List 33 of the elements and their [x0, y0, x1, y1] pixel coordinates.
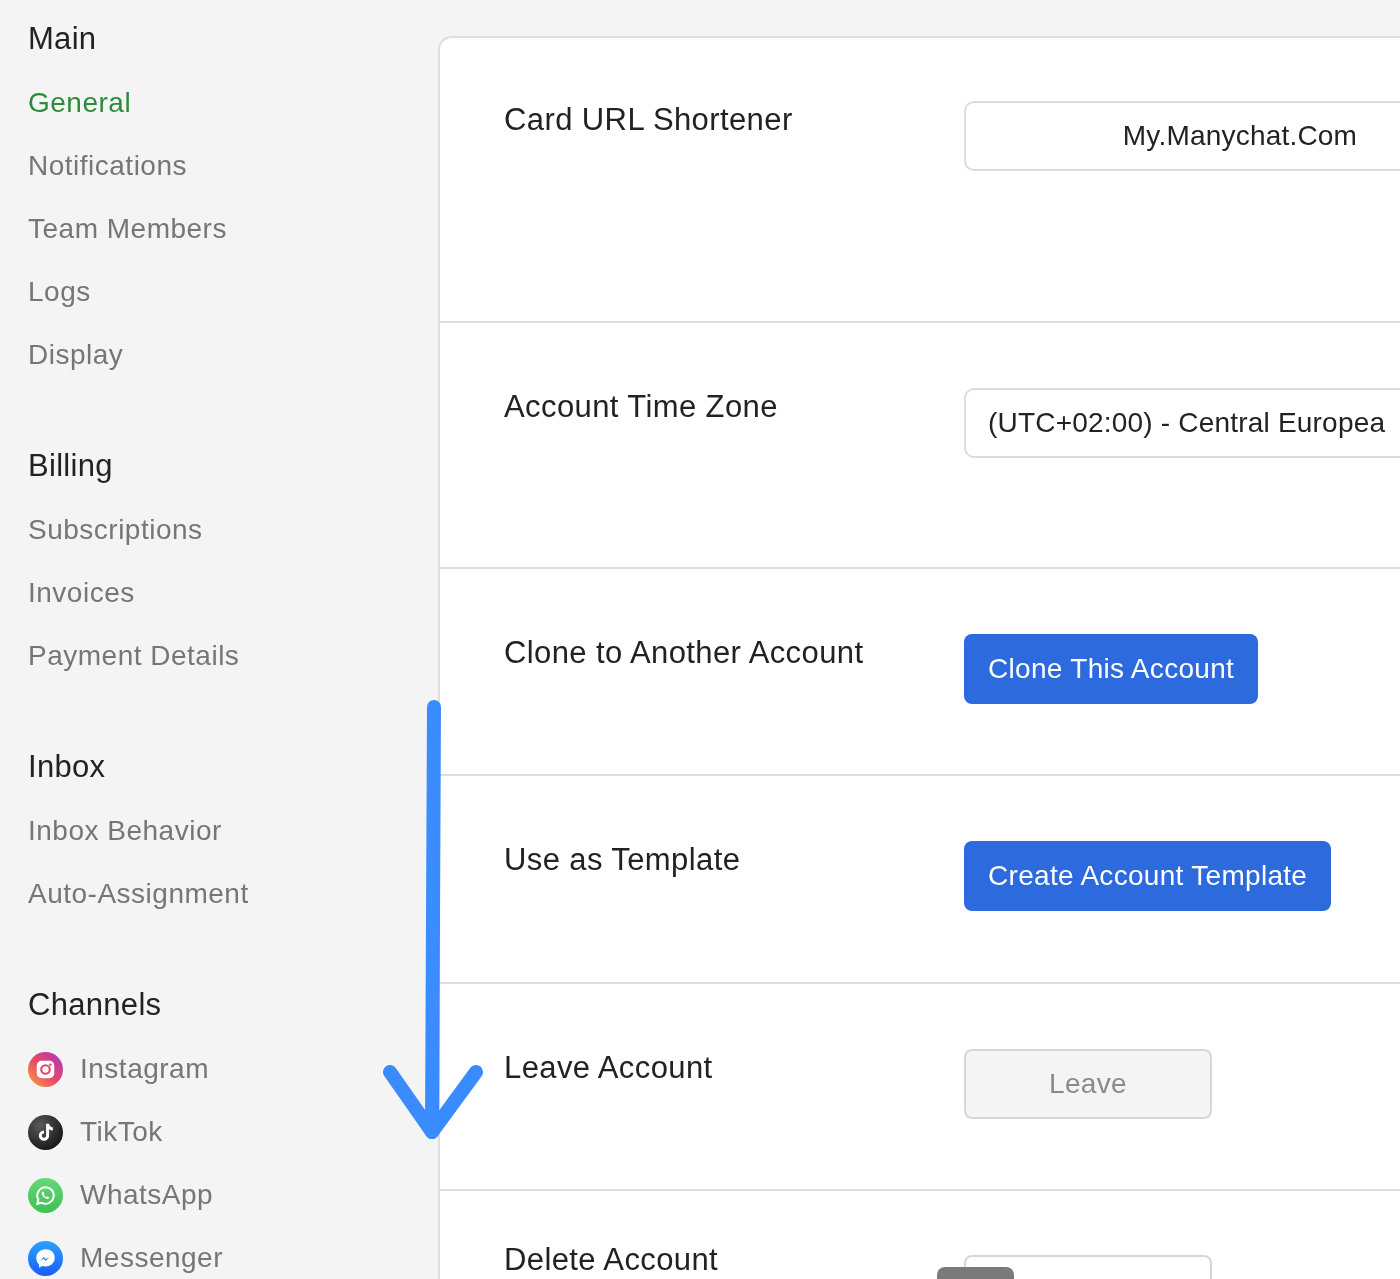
sidebar-item[interactable]: Team Members	[28, 209, 227, 249]
sidebar-item[interactable]: Notifications	[28, 146, 187, 186]
action-button[interactable]: Create Account Template	[964, 841, 1332, 911]
outline-button[interactable]	[964, 1255, 1212, 1279]
setting-label: Leave Account	[504, 1049, 713, 1087]
sidebar-item[interactable]: Messenger	[28, 1238, 223, 1278]
section-heading: Inbox	[28, 748, 106, 786]
sidebar-item[interactable]: TikTok	[28, 1112, 163, 1152]
setting-label: Use as Template	[504, 841, 741, 879]
setting-label: Clone to Another Account	[504, 634, 864, 672]
setting-label: Delete Account	[504, 1241, 719, 1279]
section-heading: Billing	[28, 447, 113, 485]
camera-icon	[28, 1051, 63, 1087]
sidebar-item[interactable]: Instagram	[28, 1049, 209, 1089]
music-note-icon	[28, 1114, 63, 1150]
setting-label: Card URL Shortener	[504, 101, 793, 139]
section-heading: Main	[28, 20, 97, 58]
phone-bubble-icon	[28, 1177, 63, 1213]
sidebar-item[interactable]: General	[28, 83, 132, 123]
sidebar-item[interactable]: Auto-Assignment	[28, 874, 249, 914]
setting-label: Account Time Zone	[504, 388, 778, 426]
dropdown-field[interactable]: (UTC+02:00) - Central Europea	[964, 388, 1400, 458]
sidebar-item[interactable]: Logs	[28, 272, 91, 312]
chat-bubble-icon	[28, 1240, 63, 1276]
sidebar-item[interactable]: Payment Details	[28, 636, 240, 676]
sidebar-item[interactable]: Subscriptions	[28, 510, 203, 550]
sidebar-item[interactable]: WhatsApp	[28, 1175, 214, 1215]
section-heading: Channels	[28, 986, 162, 1024]
text-field[interactable]: My.Manychat.Com	[964, 101, 1400, 171]
action-button[interactable]: Clone This Account	[964, 634, 1259, 704]
sidebar-item[interactable]: Invoices	[28, 573, 135, 613]
sidebar-item[interactable]: Inbox Behavior	[28, 811, 222, 851]
sidebar-item[interactable]: Display	[28, 335, 124, 375]
